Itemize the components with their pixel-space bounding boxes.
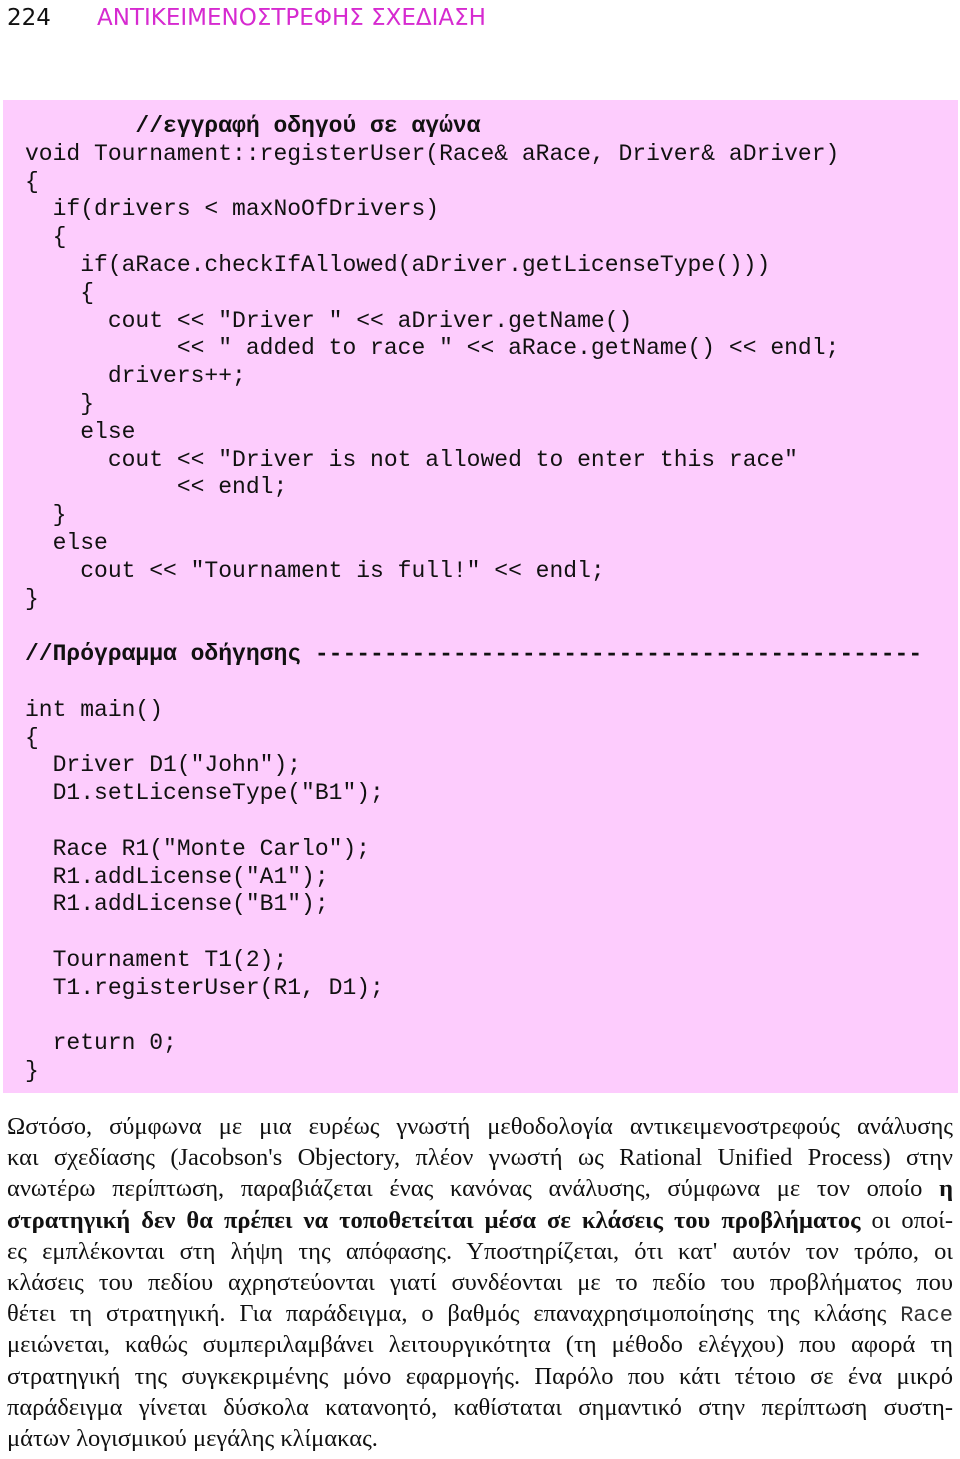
code-line: if(drivers < maxNoOfDrivers) <box>25 196 440 223</box>
text-segment: θέτει τη στρατηγική. Για παράδειγμα, ο β… <box>7 1300 901 1328</box>
code-line: Driver D1("John"); <box>25 752 302 779</box>
code-line: { <box>25 168 39 195</box>
text-segment: μάτων λογισμικού μεγάλης κλίμακας. <box>7 1424 378 1452</box>
running-title: ΑΝΤΙΚΕΙΜΕΝΟΣΤΡΕΦΗΣ ΣΧΕΔΙΑΣΗ <box>97 5 486 31</box>
paragraph-line: στρατηγική της συγκεκριμένης μόνο εφαρμο… <box>7 1361 953 1392</box>
code-line: return 0; <box>25 1030 177 1057</box>
code-line: << endl; <box>25 474 288 501</box>
code-line: cout << "Driver " << aDriver.getName() <box>25 307 633 334</box>
code-line: int main() <box>25 696 164 723</box>
text-segment: ανωτέρω περίπτωση, παραβιάζεται ένας καν… <box>7 1175 940 1203</box>
code-line: if(aRace.checkIfAllowed(aDriver.getLicen… <box>25 251 771 278</box>
code-comment-line: //Πρόγραμμα οδήγησης -------------------… <box>25 641 923 668</box>
inline-code: Race <box>900 1303 953 1329</box>
text-segment: στρατηγική της συγκεκριμένης μόνο εφαρμο… <box>7 1362 953 1390</box>
page-number: 224 <box>7 5 51 31</box>
paragraph-line: ες εμπλέκονται στη λήψη της απόφασης. Υπ… <box>7 1236 953 1267</box>
code-line: } <box>25 1058 39 1085</box>
emphasized-text: η <box>939 1175 953 1203</box>
code-listing: //εγγραφή οδηγού σε αγώνα void Tournament… <box>25 113 922 1086</box>
paragraph-line: κλάσεις του πεδίου αχρηστεύονται γιατί σ… <box>7 1267 953 1298</box>
code-line: Tournament T1(2); <box>25 946 288 973</box>
code-line: } <box>25 585 39 612</box>
paragraph-line: μάτων λογισμικού μεγάλης κλίμακας. <box>7 1423 953 1454</box>
text-segment: παράδειγμα γίνεται δύσκολα κατανοητό, κα… <box>7 1393 953 1421</box>
code-line: { <box>25 279 95 306</box>
code-line: << " added to race " << aRace.getName() … <box>25 335 840 362</box>
code-listing-box: //εγγραφή οδηγού σε αγώνα void Tournament… <box>3 100 958 1093</box>
text-segment: μειώνεται, καθώς συμπεριλαμβάνει λειτουρ… <box>7 1331 953 1359</box>
code-line: { <box>25 224 67 251</box>
code-line: void Tournament::registerUser(Race& aRac… <box>25 140 840 167</box>
text-segment: κλάσεις του πεδίου αχρηστεύονται γιατί σ… <box>7 1268 953 1296</box>
paragraph-line: ανωτέρω περίπτωση, παραβιάζεται ένας καν… <box>7 1173 953 1204</box>
code-line: } <box>25 502 67 529</box>
code-line: Race R1("Monte Carlo"); <box>25 835 371 862</box>
code-line: R1.addLicense("B1"); <box>25 891 329 918</box>
emphasized-text: στρατηγική δεν θα πρέπει να τοποθετείται… <box>7 1206 861 1234</box>
paragraph-line: μειώνεται, καθώς συμπεριλαμβάνει λειτουρ… <box>7 1329 953 1360</box>
text-segment: και σχεδίασης (Jacobson's Objectory, πλέ… <box>7 1144 953 1172</box>
text-segment: Ωστόσο, σύμφωνα με μια ευρέως γνωστή μεθ… <box>7 1113 953 1140</box>
paragraph-line: θέτει τη στρατηγική. Για παράδειγμα, ο β… <box>7 1298 953 1329</box>
code-line: R1.addLicense("A1"); <box>25 863 329 890</box>
code-line: else <box>25 529 108 556</box>
code-line: cout << "Driver is not allowed to enter … <box>25 446 798 473</box>
paragraph-line: στρατηγική δεν θα πρέπει να τοποθετείται… <box>7 1205 953 1236</box>
code-line: T1.registerUser(R1, D1); <box>25 974 384 1001</box>
code-line: cout << "Tournament is full!" << endl; <box>25 557 605 584</box>
code-line: else <box>25 418 136 445</box>
code-line: drivers++; <box>25 363 246 390</box>
paragraph-line: παράδειγμα γίνεται δύσκολα κατανοητό, κα… <box>7 1392 953 1423</box>
code-line: { <box>25 724 39 751</box>
code-line: } <box>25 390 95 417</box>
paragraph-line: Ωστόσο, σύμφωνα με μια ευρέως γνωστή μεθ… <box>7 1111 953 1142</box>
code-comment-line: //εγγραφή οδηγού σε αγώνα <box>25 113 481 139</box>
code-line: D1.setLicenseType("B1"); <box>25 780 384 807</box>
text-segment: οι οποί- <box>860 1206 953 1234</box>
body-paragraph: Ωστόσο, σύμφωνα με μια ευρέως γνωστή μεθ… <box>7 1111 953 1454</box>
text-segment: ες εμπλέκονται στη λήψη της απόφασης. Υπ… <box>7 1237 953 1265</box>
paragraph-line: και σχεδίασης (Jacobson's Objectory, πλέ… <box>7 1142 953 1173</box>
page-header: 224 ΑΝΤΙΚΕΙΜΕΝΟΣΤΡΕΦΗΣ ΣΧΕΔΙΑΣΗ <box>7 0 486 36</box>
